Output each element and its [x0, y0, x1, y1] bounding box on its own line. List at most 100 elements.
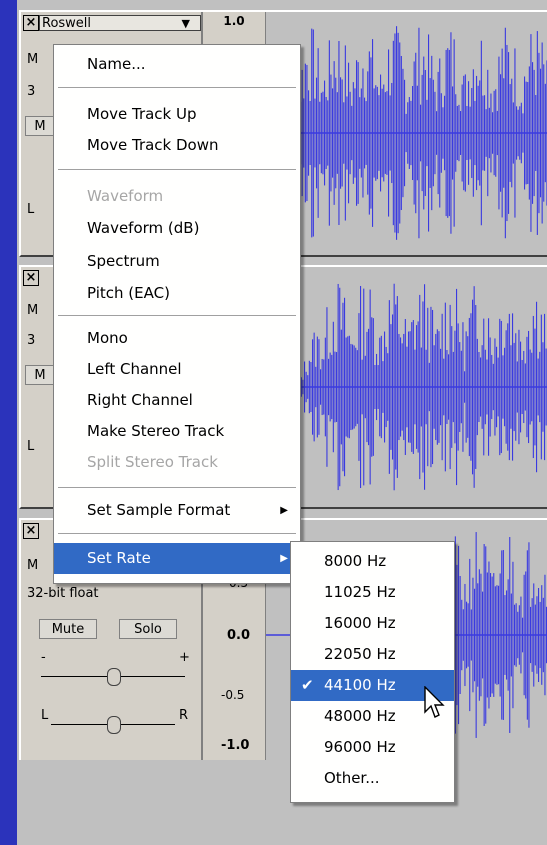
- menu-item-set-sample-format[interactable]: Set Sample Format ▶: [54, 495, 300, 526]
- menu-item-waveform[interactable]: Waveform: [54, 181, 300, 212]
- waveform-sample: [536, 31, 538, 235]
- waveform-sample: [345, 337, 347, 437]
- waveform-sample: [480, 357, 482, 417]
- pan-left-label: L: [27, 439, 35, 454]
- waveform-sample: [428, 362, 430, 412]
- waveform-sample: [493, 90, 495, 176]
- menu-item-mono[interactable]: Mono: [54, 323, 300, 354]
- pan-slider-handle[interactable]: [107, 716, 121, 734]
- waveform-sample: [336, 352, 338, 422]
- menu-item-left-channel[interactable]: Left Channel: [54, 354, 300, 385]
- waveform-sample: [494, 586, 496, 684]
- waveform-sample: [440, 93, 442, 173]
- waveform-sample: [396, 296, 398, 478]
- rate-item-11025[interactable]: 11025 Hz: [291, 577, 454, 608]
- menu-separator: [58, 169, 296, 171]
- waveform-sample: [384, 92, 386, 174]
- solo-button[interactable]: Solo: [119, 619, 177, 639]
- waveform-sample: [427, 307, 429, 467]
- rate-submenu: 8000 Hz 11025 Hz 16000 Hz 22050 Hz ✔ 441…: [290, 541, 455, 803]
- waveform-sample: [520, 102, 522, 164]
- waveform-sample: [380, 74, 382, 192]
- mute-button[interactable]: Mute: [39, 619, 97, 639]
- waveform-sample: [462, 322, 464, 452]
- waveform-sample: [468, 317, 470, 457]
- waveform-sample: [316, 77, 318, 189]
- waveform[interactable]: [266, 12, 547, 255]
- waveform-sample: [344, 45, 346, 221]
- track-name-dropdown[interactable]: Roswell ▼: [39, 15, 201, 31]
- menu-item-split-stereo[interactable]: Split Stereo Track: [54, 447, 300, 478]
- waveform-sample: [418, 27, 420, 239]
- menu-item-spectrum[interactable]: Spectrum: [54, 246, 300, 277]
- mute-button[interactable]: M: [25, 116, 55, 136]
- waveform-sample: [515, 333, 517, 441]
- close-icon[interactable]: ×: [23, 270, 39, 286]
- rate-item-96000[interactable]: 96000 Hz: [291, 732, 454, 763]
- waveform-sample: [343, 102, 345, 164]
- waveform-sample: [431, 55, 433, 211]
- waveform-sample: [529, 349, 531, 425]
- mute-button[interactable]: M: [25, 365, 55, 385]
- rate-item-22050[interactable]: 22050 Hz: [291, 639, 454, 670]
- waveform-sample: [482, 591, 484, 679]
- waveform-sample: [474, 100, 476, 166]
- waveform[interactable]: [266, 267, 547, 507]
- menu-item-right-channel[interactable]: Right Channel: [54, 385, 300, 416]
- waveform-sample: [331, 354, 333, 420]
- track-info: M: [27, 558, 39, 573]
- waveform-sample: [389, 95, 391, 171]
- waveform-sample: [442, 107, 444, 159]
- scale-tick: -0.5: [221, 688, 245, 702]
- waveform-sample: [441, 313, 443, 461]
- menu-item-make-stereo[interactable]: Make Stereo Track: [54, 416, 300, 447]
- menu-item-move-down[interactable]: Move Track Down: [54, 130, 300, 161]
- menu-item-pitch[interactable]: Pitch (EAC): [54, 278, 300, 309]
- waveform-sample: [414, 349, 416, 425]
- waveform-sample: [335, 77, 337, 189]
- menu-item-label: Set Rate: [87, 549, 151, 567]
- waveform-sample: [488, 318, 490, 456]
- rate-item-other[interactable]: Other...: [291, 763, 454, 794]
- menu-item-name[interactable]: Name...: [54, 49, 300, 80]
- waveform-sample: [524, 76, 526, 190]
- waveform-sample: [390, 324, 392, 450]
- gain-slider-handle[interactable]: [107, 668, 121, 686]
- waveform-sample: [393, 283, 395, 491]
- waveform-sample: [498, 585, 500, 685]
- waveform-sample: [464, 371, 466, 403]
- waveform-sample: [460, 350, 462, 424]
- rate-item-8000[interactable]: 8000 Hz: [291, 546, 454, 577]
- menu-item-set-rate[interactable]: Set Rate ▶: [54, 543, 300, 574]
- waveform-sample: [359, 97, 361, 169]
- waveform-sample: [324, 80, 326, 186]
- close-icon[interactable]: ×: [23, 15, 39, 31]
- waveform-sample: [544, 574, 546, 696]
- waveform-sample: [502, 355, 504, 419]
- waveform-sample: [360, 285, 362, 489]
- waveform-sample: [466, 601, 468, 669]
- waveform-sample: [340, 329, 342, 445]
- mouse-pointer-icon: [424, 686, 445, 718]
- waveform-sample: [309, 100, 311, 166]
- waveform-sample: [540, 68, 542, 198]
- submenu-arrow-icon: ▶: [280, 505, 288, 516]
- waveform-sample: [462, 609, 464, 661]
- waveform-sample: [496, 346, 498, 428]
- menu-item-move-up[interactable]: Move Track Up: [54, 99, 300, 130]
- waveform-graphic: [266, 26, 547, 240]
- waveform-sample: [356, 60, 358, 206]
- menu-separator: [58, 487, 296, 489]
- waveform-sample: [499, 573, 501, 697]
- waveform-sample: [387, 353, 389, 421]
- menu-item-waveform-db[interactable]: Waveform (dB): [54, 213, 300, 244]
- waveform-sample: [458, 104, 460, 162]
- waveform-sample: [452, 351, 454, 423]
- waveform-sample: [341, 79, 343, 187]
- waveform-sample: [428, 34, 430, 232]
- rate-item-16000[interactable]: 16000 Hz: [291, 608, 454, 639]
- waveform-sample: [492, 112, 494, 154]
- waveform-sample: [448, 354, 450, 420]
- close-icon[interactable]: ×: [23, 523, 39, 539]
- menu-item-label: Set Sample Format: [87, 501, 231, 519]
